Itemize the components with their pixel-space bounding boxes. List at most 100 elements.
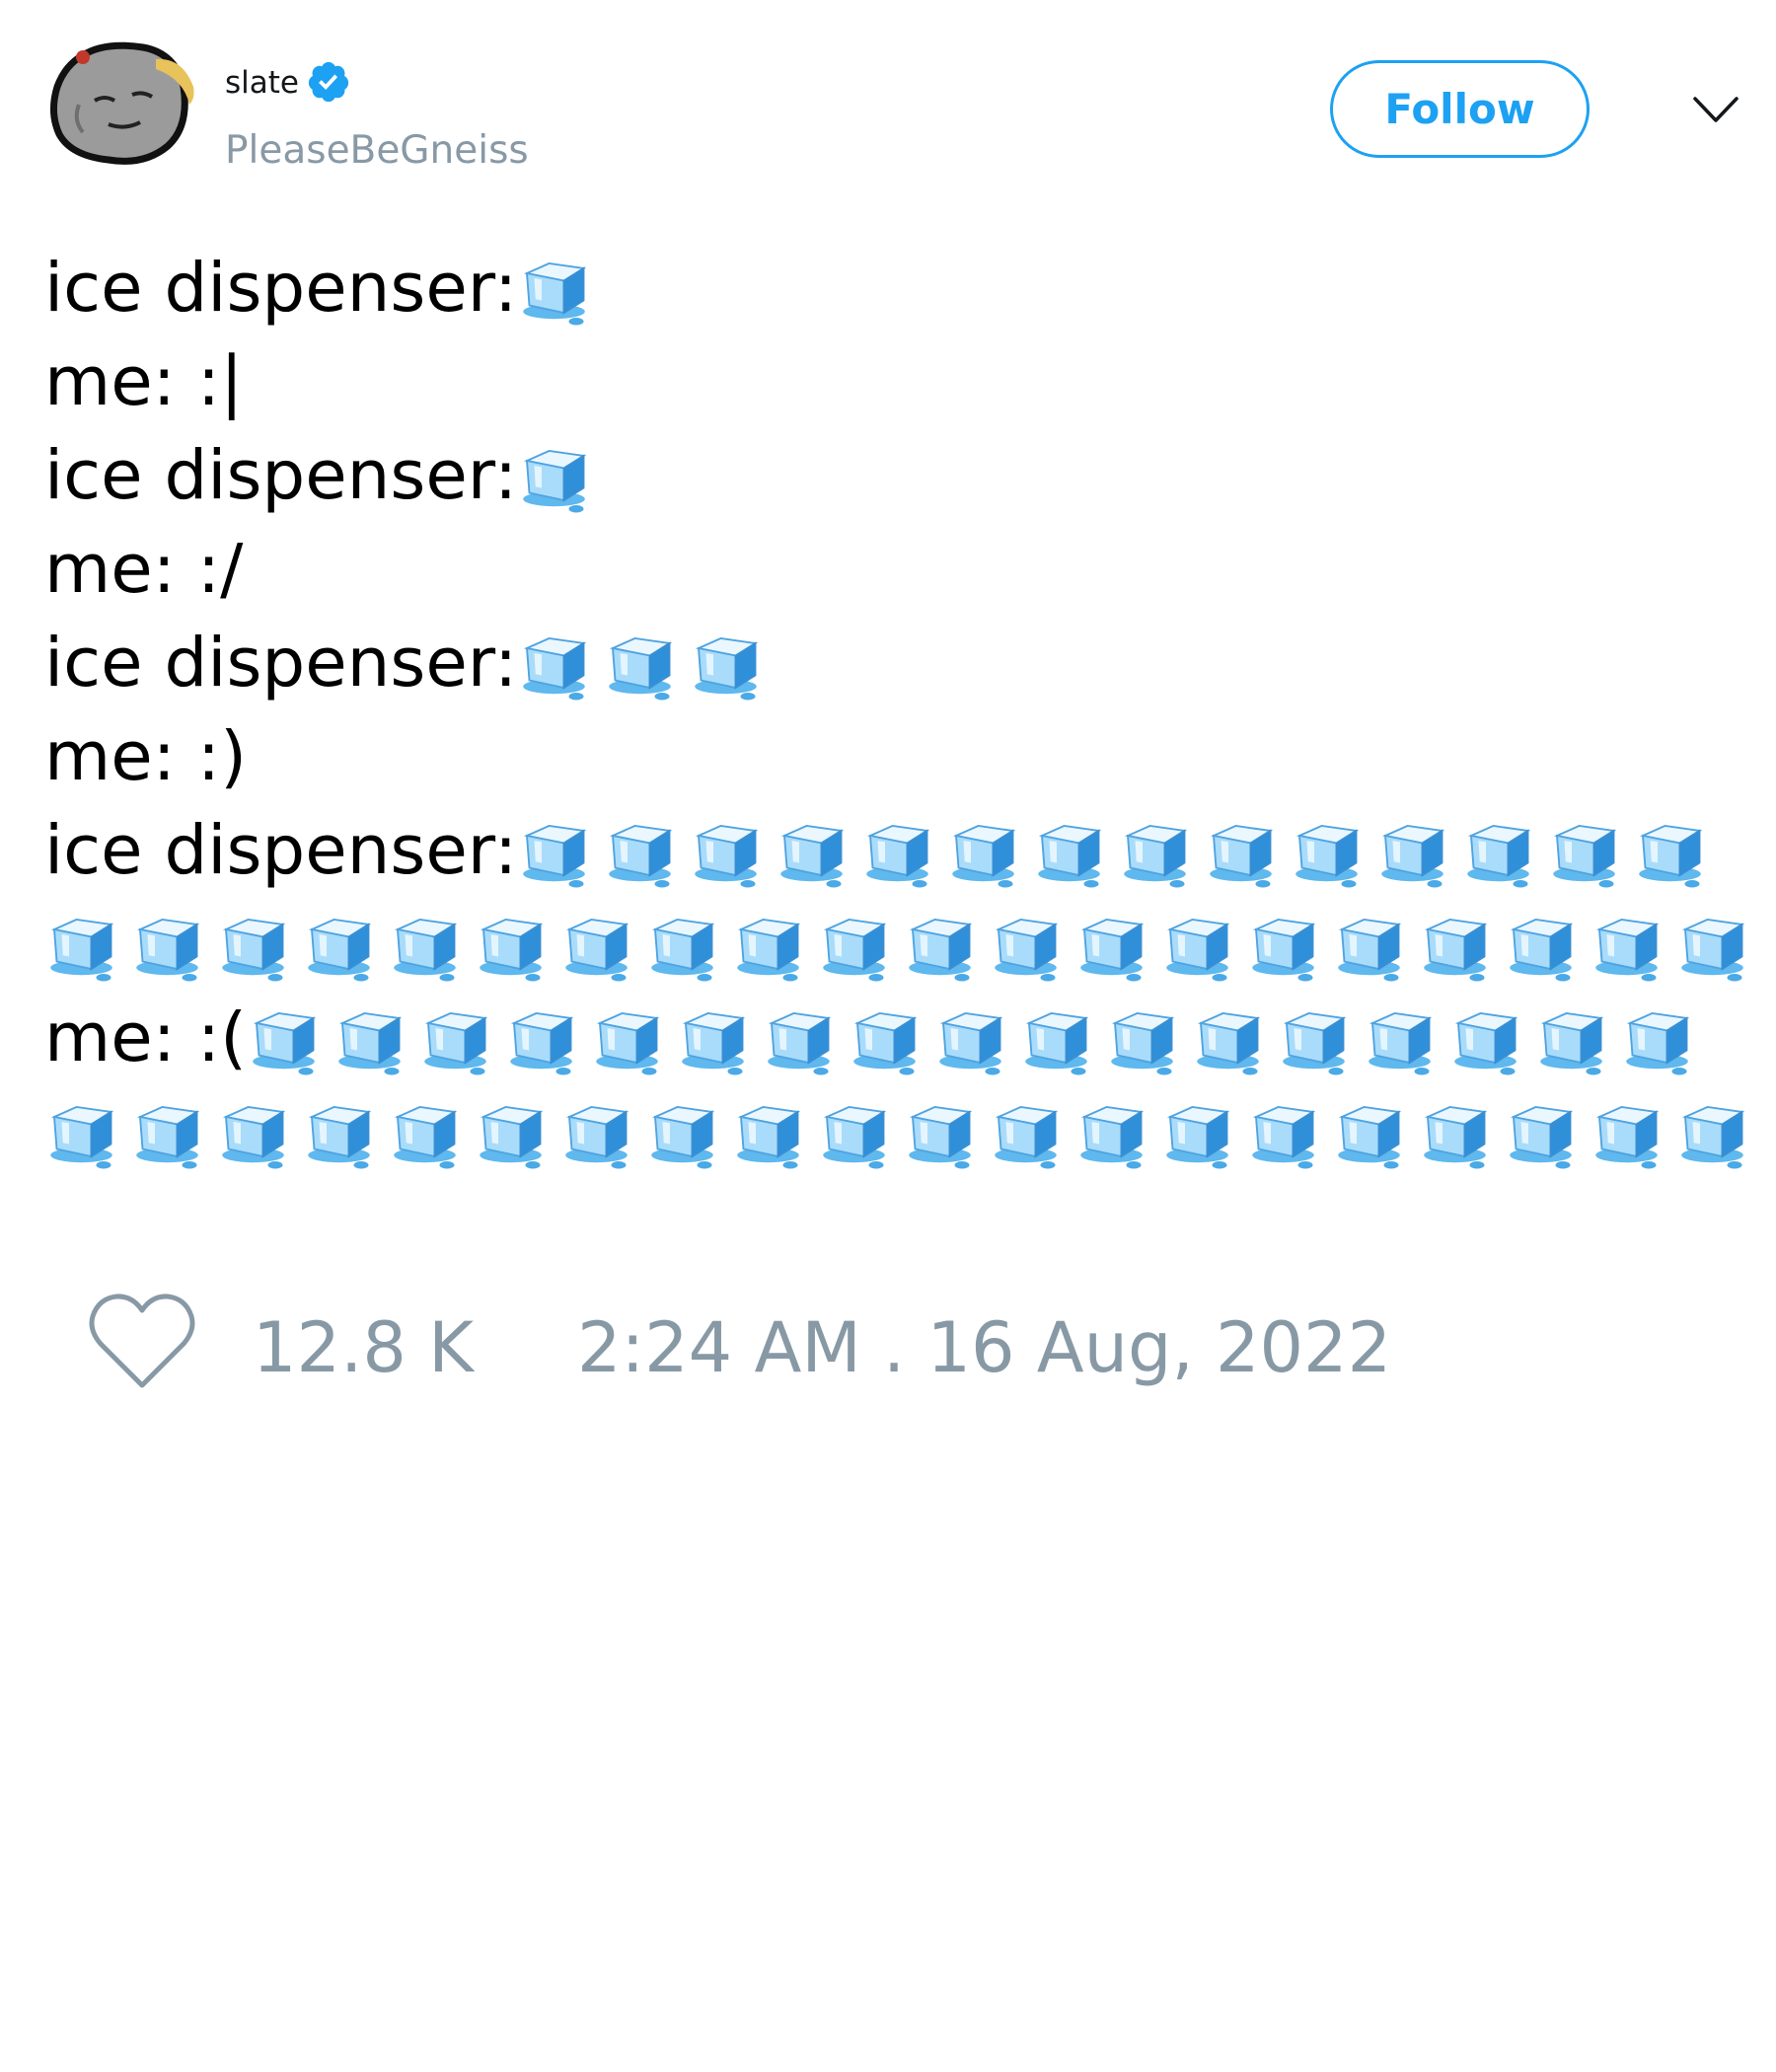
like-count: 12.8 K	[253, 1307, 475, 1388]
ice-cube-row	[517, 811, 1719, 890]
ice-cube-emoji	[1540, 1011, 1604, 1074]
ice-cube-emoji	[609, 824, 673, 887]
tweet-line: ice dispenser:	[44, 616, 1761, 709]
heart-icon[interactable]	[89, 1293, 195, 1391]
ice-cube-emoji	[338, 1011, 403, 1074]
verified-badge-icon	[308, 61, 349, 103]
ice-cube-emoji	[651, 1105, 715, 1168]
ice-cube-emoji	[768, 1011, 832, 1074]
ice-cube-emoji	[695, 824, 759, 887]
ice-cube-emoji	[394, 918, 458, 981]
ice-cube-emoji	[1252, 918, 1316, 981]
ice-cube-emoji	[1510, 918, 1574, 981]
ice-cube-emoji	[1338, 918, 1402, 981]
ice-cube-emoji	[737, 1105, 801, 1168]
tweet-footer: 12.8 K 2:24 AM . 16 Aug, 2022	[89, 1288, 1391, 1396]
ice-cube-emoji	[1424, 1105, 1488, 1168]
tweet-line-text: ice dispenser:	[44, 623, 518, 703]
ice-cube-emoji	[866, 824, 930, 887]
tweet-line-text: me: :|	[44, 341, 244, 421]
ice-cube-emoji	[1283, 1011, 1347, 1074]
tweet-line-text: ice dispenser:	[44, 435, 518, 515]
username-handle[interactable]: PleaseBeGneiss	[225, 128, 529, 173]
ice-cube-emoji	[394, 1105, 458, 1168]
ice-cube-emoji	[565, 1105, 629, 1168]
tweet-line: ice dispenser:	[44, 428, 1761, 522]
ice-cube-emoji	[1681, 918, 1745, 981]
ice-cube-emoji	[1454, 1011, 1518, 1074]
ice-cube-emoji	[1681, 1105, 1745, 1168]
tweet-line: me: :/	[44, 522, 1761, 616]
ice-cube-emoji	[510, 1011, 574, 1074]
ice-cube-emoji	[1111, 1011, 1175, 1074]
chevron-down-icon[interactable]	[1692, 94, 1739, 125]
ice-cube-emoji	[424, 1011, 488, 1074]
tweet-line: ice dispenser:	[44, 241, 1761, 334]
ice-cube-emoji	[995, 1105, 1059, 1168]
ice-cube-emoji	[222, 1105, 286, 1168]
tweet-line: me: :)	[44, 709, 1761, 803]
ice-cube-emoji	[523, 449, 587, 512]
ice-cube-emoji	[780, 824, 845, 887]
tweet-line-text: me: :/	[44, 529, 244, 609]
ice-cube-emoji	[909, 918, 973, 981]
ice-cube-emoji	[523, 636, 587, 700]
ice-cube-emoji	[651, 918, 715, 981]
ice-cube-emoji	[480, 1105, 544, 1168]
follow-button[interactable]: Follow	[1330, 60, 1590, 158]
ice-cube-row	[44, 905, 1761, 984]
ice-cube-emoji	[1595, 1105, 1660, 1168]
ice-cube-emoji	[1595, 918, 1660, 981]
ice-cube-emoji	[253, 1011, 317, 1074]
tweet-line-text: ice dispenser:	[44, 248, 518, 328]
tweet-line: ice dispenser:	[44, 803, 1761, 897]
ice-cube-row	[44, 1092, 1761, 1171]
ice-cube-emoji	[1369, 1011, 1433, 1074]
ice-cube-emoji	[737, 918, 801, 981]
ice-cube-emoji	[308, 918, 372, 981]
tweet-line: me: :(	[44, 991, 1761, 1084]
ice-cube-row	[517, 624, 775, 703]
ice-cube-row	[517, 249, 603, 328]
ice-cube-emoji	[1252, 1105, 1316, 1168]
ice-cube-emoji	[136, 918, 200, 981]
tweet-line-text: ice dispenser:	[44, 810, 518, 890]
ice-cube-emoji	[596, 1011, 660, 1074]
ice-cube-emoji	[136, 1105, 200, 1168]
ice-cube-emoji	[939, 1011, 1003, 1074]
ice-cube-emoji	[823, 1105, 887, 1168]
ice-cube-emoji	[1210, 824, 1274, 887]
ice-cube-emoji	[523, 261, 587, 325]
timestamp[interactable]: 2:24 AM . 16 Aug, 2022	[577, 1307, 1391, 1388]
ice-cube-emoji	[523, 824, 587, 887]
ice-cube-emoji	[1639, 824, 1703, 887]
ice-cube-emoji	[480, 918, 544, 981]
ice-cube-row	[517, 436, 603, 515]
ice-cube-emoji	[682, 1011, 746, 1074]
ice-cube-emoji	[1424, 918, 1488, 981]
avatar[interactable]	[49, 39, 212, 178]
ice-cube-emoji	[1626, 1011, 1690, 1074]
ice-cube-emoji	[909, 1105, 973, 1168]
ice-cube-emoji	[50, 1105, 114, 1168]
ice-cube-emoji	[1295, 824, 1360, 887]
tweet-line	[44, 1084, 1761, 1178]
ice-cube-emoji	[952, 824, 1016, 887]
display-name[interactable]: slate	[225, 65, 299, 101]
ice-cube-emoji	[1080, 1105, 1145, 1168]
ice-cube-emoji	[50, 918, 114, 981]
ice-cube-emoji	[1197, 1011, 1261, 1074]
ice-cube-emoji	[1338, 1105, 1402, 1168]
ice-cube-emoji	[853, 1011, 918, 1074]
ice-cube-emoji	[695, 636, 759, 700]
ice-cube-emoji	[565, 918, 629, 981]
ice-cube-emoji	[823, 918, 887, 981]
ice-cube-row	[247, 999, 1706, 1077]
tweet-line	[44, 897, 1761, 991]
ice-cube-emoji	[995, 918, 1059, 981]
ice-cube-emoji	[1467, 824, 1531, 887]
tweet-line-text: me: :(	[44, 998, 248, 1077]
ice-cube-emoji	[1381, 824, 1445, 887]
ice-cube-emoji	[1025, 1011, 1089, 1074]
ice-cube-emoji	[1038, 824, 1102, 887]
